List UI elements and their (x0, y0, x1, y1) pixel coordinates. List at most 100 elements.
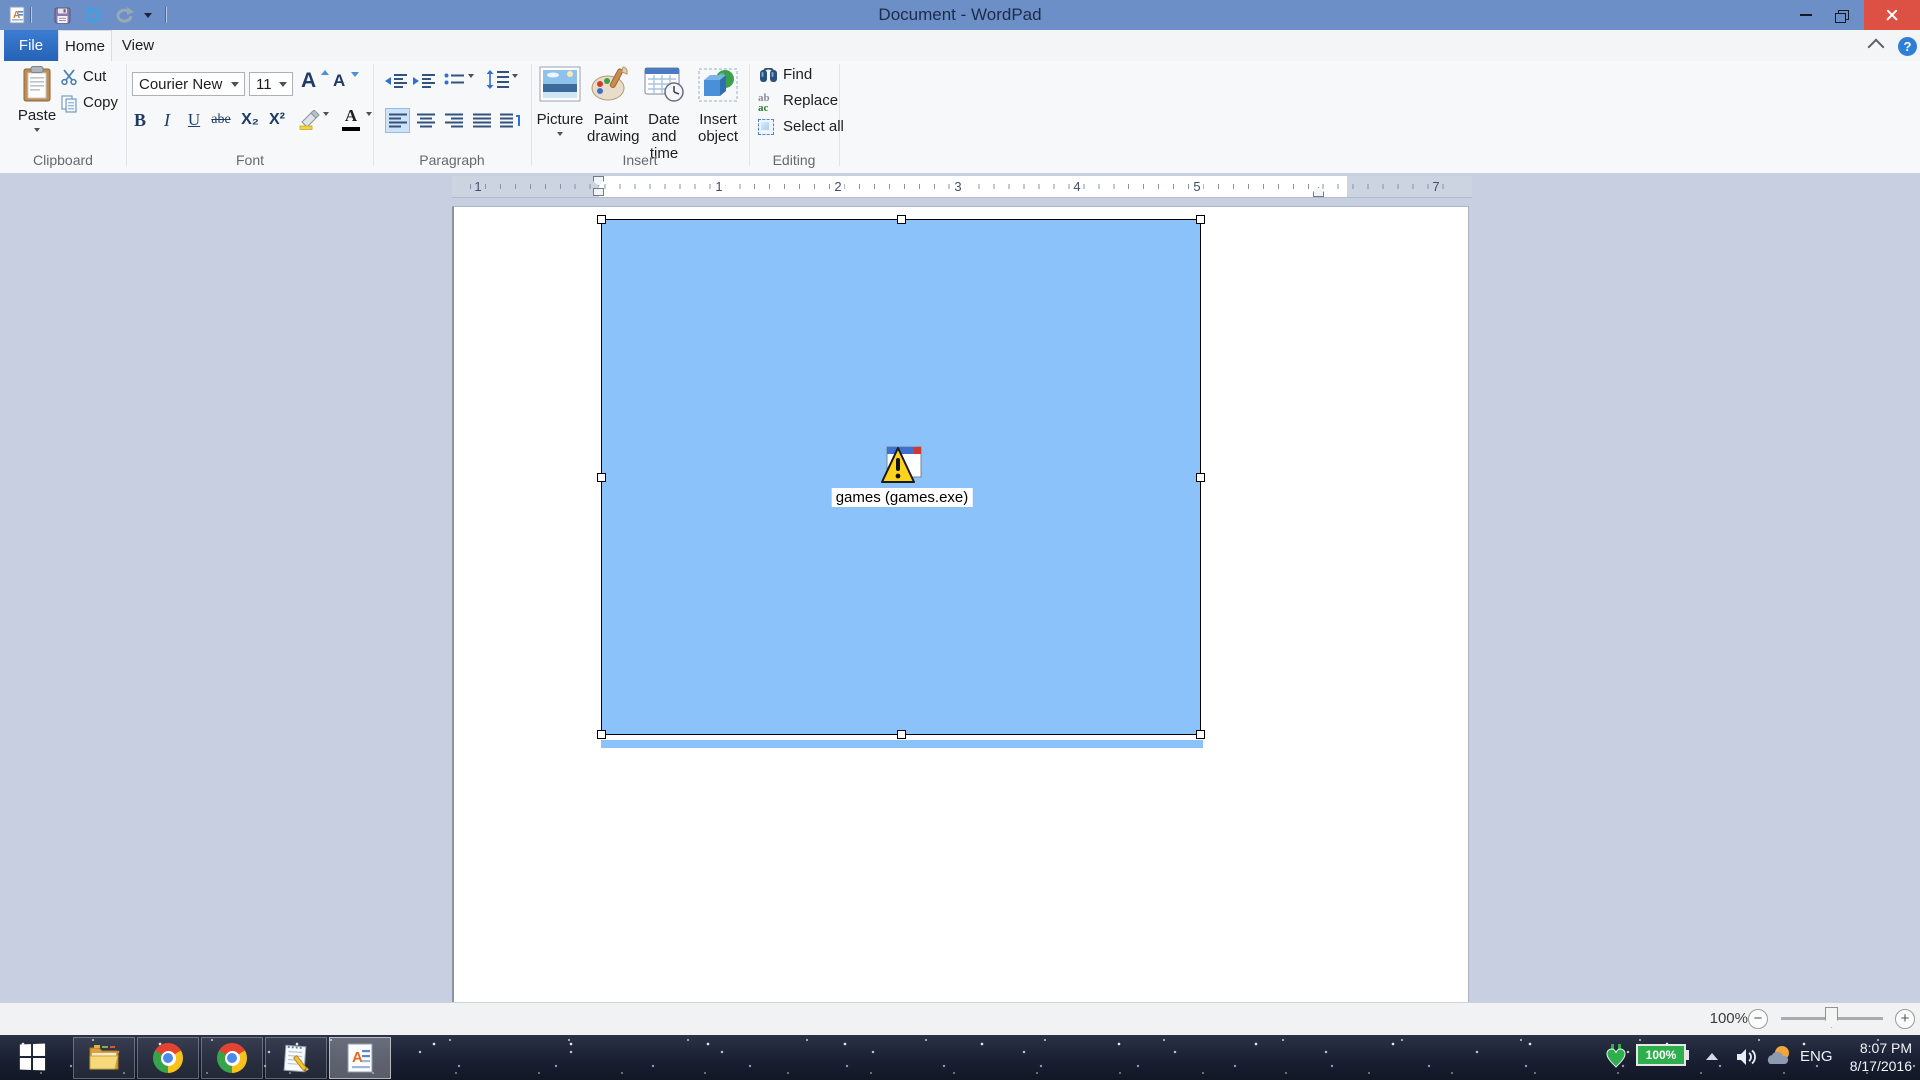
picture-button[interactable]: Picture (536, 66, 584, 136)
taskbar-chrome-button[interactable] (137, 1037, 199, 1079)
font-color-label: A (345, 106, 357, 125)
resize-handle-top-center[interactable] (897, 215, 906, 224)
bold-button[interactable]: B (128, 108, 152, 132)
taskbar-clock[interactable]: 8:07 PM 8/17/2016 (1802, 1039, 1912, 1075)
ruler-number: 1 (471, 176, 484, 197)
grow-font-button[interactable]: A (301, 69, 327, 95)
highlight-color-button[interactable] (298, 110, 320, 130)
hanging-indent-marker[interactable] (593, 188, 604, 196)
tab-view[interactable]: View (112, 30, 164, 61)
svg-text:A: A (352, 1049, 363, 1066)
tab-file[interactable]: File (4, 30, 58, 61)
show-hidden-icons-arrow[interactable] (1706, 1053, 1718, 1060)
resize-handle-middle-left[interactable] (597, 473, 606, 482)
cut-button[interactable]: Cut (83, 68, 106, 85)
find-button[interactable]: Find (783, 66, 812, 83)
copy-icon[interactable] (60, 95, 78, 113)
restore-button[interactable] (1821, 0, 1861, 30)
taskbar-file-explorer-button[interactable] (73, 1037, 135, 1079)
align-right-icon (445, 113, 463, 128)
align-left-icon (389, 113, 407, 128)
paragraph-dialog-button[interactable] (497, 108, 524, 133)
selection-highlight-strip (601, 740, 1203, 748)
line-spacing-dropdown-icon[interactable] (512, 78, 518, 96)
bullets-button[interactable] (444, 72, 464, 90)
resize-handle-top-left[interactable] (597, 215, 606, 224)
line-spacing-button[interactable] (487, 70, 509, 90)
highlight-dropdown-icon[interactable] (323, 116, 329, 134)
battery-nub (1686, 1050, 1689, 1060)
battery-indicator[interactable]: 100% (1636, 1044, 1686, 1066)
superscript-button[interactable]: X² (265, 108, 289, 132)
document-page[interactable]: games (games.exe) (452, 206, 1469, 1002)
resize-handle-bottom-center[interactable] (897, 730, 906, 739)
taskbar-wordpad-button-active[interactable]: A (329, 1037, 391, 1079)
embedded-object[interactable]: games (games.exe) (601, 219, 1201, 735)
copy-button[interactable]: Copy (83, 94, 118, 111)
zoom-slider-thumb[interactable] (1825, 1007, 1838, 1028)
close-button[interactable] (1864, 0, 1920, 30)
justify-icon (473, 113, 491, 128)
replace-button[interactable]: Replace (783, 92, 838, 109)
find-icon[interactable] (759, 68, 778, 83)
select-all-icon[interactable] (758, 119, 774, 135)
subscript-button[interactable]: X₂ (238, 108, 262, 132)
ruler[interactable]: 1 1 2 3 4 5 7 (452, 176, 1472, 198)
picture-label: Picture (536, 111, 584, 128)
align-center-icon (417, 113, 435, 128)
shrink-font-button[interactable]: A (333, 71, 357, 95)
resize-handle-middle-right[interactable] (1196, 473, 1205, 482)
start-button[interactable] (0, 1035, 64, 1080)
font-color-button[interactable]: A (340, 106, 362, 132)
decrease-indent-button[interactable] (385, 72, 407, 90)
align-center-button[interactable] (413, 108, 438, 133)
restore-icon (1835, 10, 1848, 21)
chrome-icon (153, 1043, 183, 1073)
underline-button[interactable]: U (182, 108, 206, 132)
italic-button[interactable]: I (155, 108, 179, 132)
help-button[interactable]: ? (1898, 37, 1917, 56)
zoom-in-button[interactable]: + (1895, 1009, 1915, 1029)
volume-tray-icon[interactable] (1736, 1047, 1758, 1072)
font-color-dropdown-icon[interactable] (366, 116, 372, 134)
tab-home[interactable]: Home (58, 30, 112, 61)
paint-drawing-button[interactable]: Paint drawing (587, 66, 635, 145)
taskbar-notepad-button[interactable] (265, 1037, 327, 1079)
zoom-out-button[interactable]: − (1748, 1009, 1768, 1029)
resize-handle-bottom-right[interactable] (1196, 730, 1205, 739)
taskbar-chrome-button-2[interactable] (201, 1037, 263, 1079)
insert-object-button[interactable]: Insert object (694, 66, 742, 145)
ruler-number: 5 (1190, 176, 1203, 197)
bullets-dropdown-icon[interactable] (468, 78, 474, 96)
ruler-number: 1 (712, 176, 725, 197)
picture-dropdown-icon (557, 132, 563, 136)
select-all-button[interactable]: Select all (783, 118, 844, 135)
paste-label: Paste (14, 107, 60, 124)
clipboard-group-label: Clipboard (33, 150, 93, 170)
replace-icon-bottom-text: ac (758, 103, 778, 113)
weather-tray-icon[interactable] (1766, 1044, 1792, 1070)
justify-button[interactable] (469, 108, 494, 133)
notepad-icon (281, 1043, 311, 1073)
insert-object-label-1: Insert (694, 111, 742, 128)
insert-object-label-2: object (694, 128, 742, 145)
group-separator (126, 64, 127, 166)
cut-icon[interactable] (60, 69, 78, 85)
insert-object-icon (698, 66, 738, 102)
strikethrough-button[interactable]: abe (209, 108, 233, 132)
power-plug-tray-icon[interactable] (1605, 1044, 1627, 1068)
increase-indent-button[interactable] (413, 72, 435, 90)
resize-handle-top-right[interactable] (1196, 215, 1205, 224)
font-size-combobox[interactable]: 11 (249, 72, 293, 96)
align-right-button[interactable] (441, 108, 466, 133)
minimize-button[interactable] (1786, 0, 1826, 30)
align-left-button[interactable] (385, 108, 410, 133)
replace-icon[interactable]: ab ac (758, 93, 778, 115)
resize-handle-bottom-left[interactable] (597, 730, 606, 739)
paste-dropdown-icon (34, 128, 40, 132)
paste-button[interactable]: Paste (14, 66, 60, 132)
date-and-time-button[interactable]: Date and time (638, 66, 690, 162)
file-explorer-icon (88, 1044, 120, 1072)
ribbon: Paste Cut Copy Clipboard Courier New (0, 61, 1920, 174)
font-family-combobox[interactable]: Courier New (132, 72, 245, 96)
